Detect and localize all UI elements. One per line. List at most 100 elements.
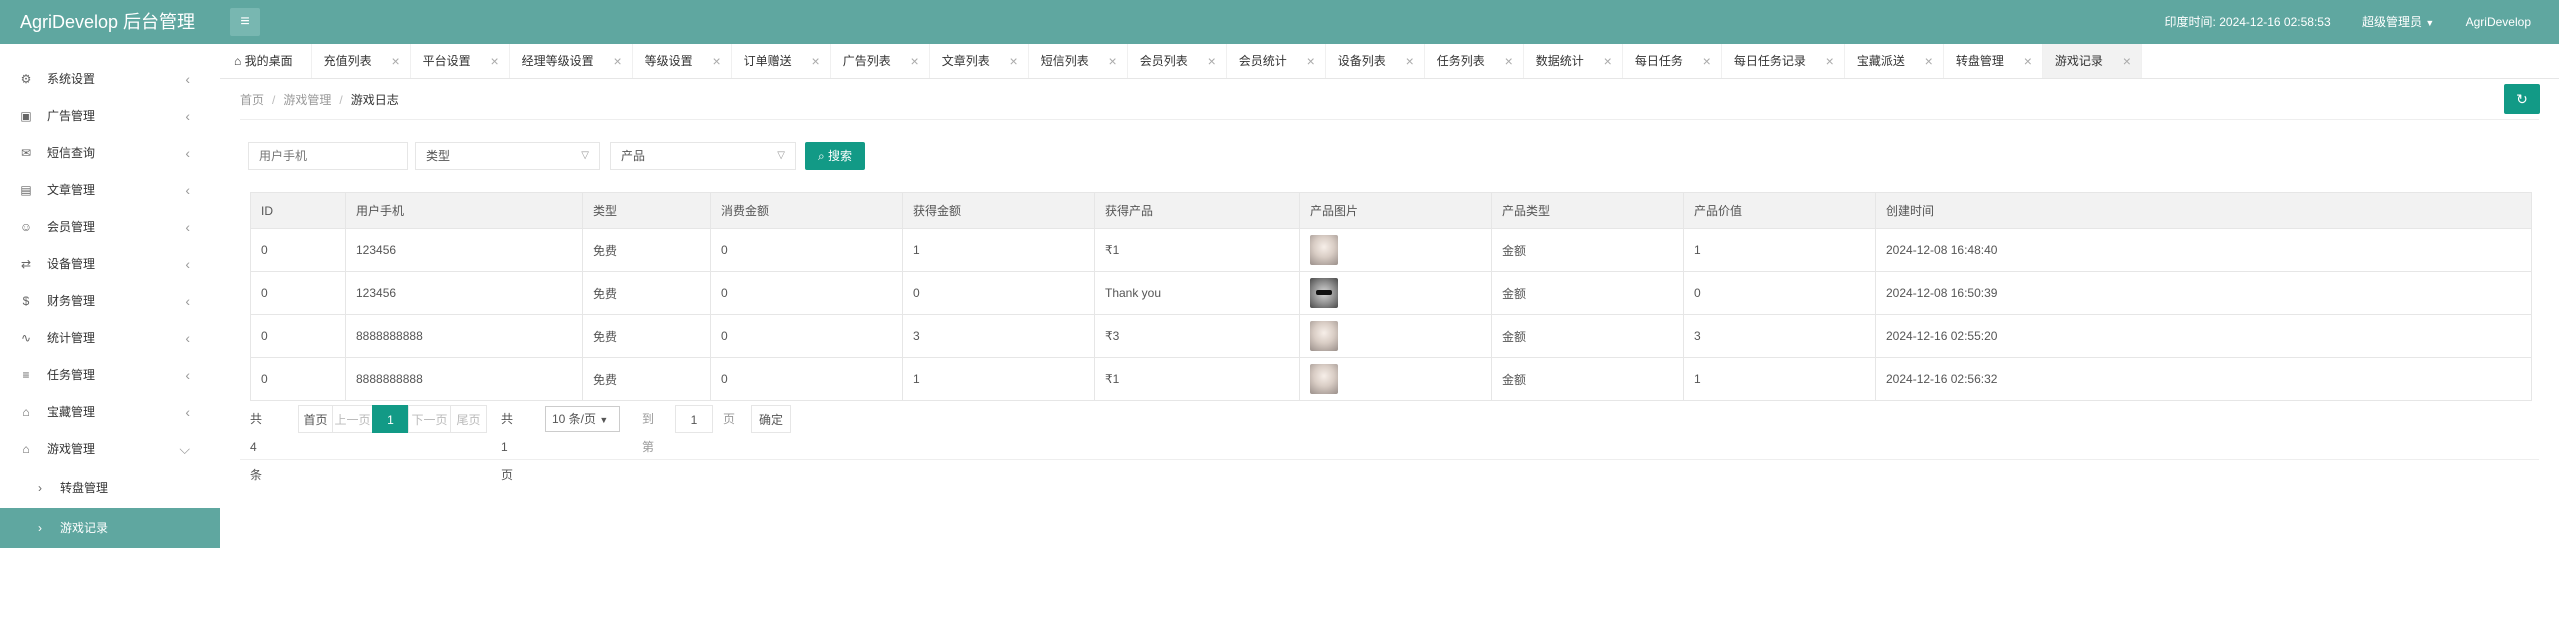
sidebar-item-2[interactable]: ✉ 短信查询 ‹ [0, 135, 220, 172]
type-select[interactable]: 类型 ▽ [415, 142, 600, 170]
close-icon[interactable]: × [911, 44, 919, 78]
sidebar-item-7[interactable]: ∿ 统计管理 ‹ [0, 320, 220, 357]
phone-search-input[interactable]: 用户手机 [248, 142, 408, 170]
tab-6[interactable]: 文章列表 × [930, 44, 1029, 78]
tab-15[interactable]: 宝藏派送 × [1845, 44, 1944, 78]
sidebar-item-1[interactable]: ▣ 广告管理 ‹ [0, 98, 220, 135]
prev-page-button[interactable]: 上一页 [332, 405, 373, 433]
goto-page-input[interactable]: 1 [675, 405, 713, 433]
close-icon[interactable]: × [1010, 44, 1018, 78]
tab-home[interactable]: ⌂ 我的桌面 [220, 44, 312, 78]
close-icon[interactable]: × [391, 44, 399, 78]
close-icon[interactable]: × [2123, 44, 2131, 78]
column-header: 类型 [582, 192, 711, 229]
goto-label: 到第 [642, 412, 655, 454]
sidebar-subitem-0[interactable]: › 转盘管理 [0, 468, 220, 508]
cell-type: 免费 [582, 228, 711, 272]
chevron-left-icon: ‹ [185, 71, 190, 87]
hamburger-icon[interactable]: ≡ [230, 8, 260, 36]
next-page-button[interactable]: 下一页 [408, 405, 451, 433]
breadcrumb-home[interactable]: 首页 [240, 93, 264, 107]
tab-12[interactable]: 数据统计 × [1524, 44, 1623, 78]
tab-2[interactable]: 经理等级设置 × [510, 44, 633, 78]
sidebar-item-3[interactable]: ▤ 文章管理 ‹ [0, 172, 220, 209]
cell-phone-link[interactable]: 123456 [345, 228, 583, 272]
tab-7[interactable]: 短信列表 × [1029, 44, 1128, 78]
tab-5[interactable]: 广告列表 × [831, 44, 930, 78]
tab-8[interactable]: 会员列表 × [1128, 44, 1227, 78]
tab-home-label: 我的桌面 [244, 54, 293, 68]
cell-phone-link[interactable]: 123456 [345, 271, 583, 315]
sidebar-item-5[interactable]: ⇄ 设备管理 ‹ [0, 246, 220, 283]
role-dropdown[interactable]: 超级管理员 ▼ [2362, 0, 2434, 45]
table-header-row: ID 用户手机 类型 消费金额 获得金额 获得产品 产品图片 产品类型 产品价值 创建时间 [250, 192, 2532, 229]
close-icon[interactable]: × [1703, 44, 1711, 78]
tab-4[interactable]: 订单赠送 × [732, 44, 831, 78]
close-icon[interactable]: × [1925, 44, 1933, 78]
tab-11[interactable]: 任务列表 × [1425, 44, 1524, 78]
product-thumbnail[interactable] [1310, 235, 1338, 265]
cell-phone-link[interactable]: 8888888888 [345, 357, 583, 401]
product-thumbnail[interactable] [1310, 321, 1338, 351]
sidebar-item-8[interactable]: ≡ 任务管理 ‹ [0, 357, 220, 394]
cell-phone-link[interactable]: 8888888888 [345, 314, 583, 358]
sidebar-item-label: 任务管理 [47, 368, 96, 382]
product-select[interactable]: 产品 ▽ [610, 142, 796, 170]
per-page-select[interactable]: 10 条/页 ▼ [545, 406, 620, 432]
breadcrumb: 首页 / 游戏管理 / 游戏日志 [240, 93, 399, 107]
cell-created: 2024-12-08 16:48:40 [1875, 228, 2532, 272]
tab-16[interactable]: 转盘管理 × [1944, 44, 2043, 78]
user-name[interactable]: AgriDevelop [2466, 0, 2531, 44]
type-select-label: 类型 [426, 149, 451, 163]
close-icon[interactable]: × [1208, 44, 1216, 78]
sidebar-item-9[interactable]: ⌂ 宝藏管理 ‹ [0, 394, 220, 431]
tab-label: 经理等级设置 [521, 54, 594, 68]
product-thumbnail[interactable] [1310, 278, 1338, 308]
sidebar-item-4[interactable]: ☺ 会员管理 ‹ [0, 209, 220, 246]
sidebar-item-10[interactable]: ⌂ 游戏管理 ⌵ [0, 431, 220, 468]
close-icon[interactable]: × [812, 44, 820, 78]
tab-1[interactable]: 平台设置 × [411, 44, 510, 78]
column-header: 消费金额 [710, 192, 903, 229]
sidebar-item-6[interactable]: $ 财务管理 ‹ [0, 283, 220, 320]
close-icon[interactable]: × [1826, 44, 1834, 78]
cell-cost: 0 [710, 314, 903, 358]
search-button[interactable]: ⌕ 搜索 [805, 142, 865, 170]
close-icon[interactable]: × [613, 44, 621, 78]
header-right: 印度时间: 2024-12-16 02:58:53 超级管理员 ▼ AgriDe… [2165, 0, 2559, 44]
last-page-button[interactable]: 尾页 [450, 405, 487, 433]
menu-icon: ⌂ [22, 442, 30, 456]
tab-label: 平台设置 [422, 54, 471, 68]
close-icon[interactable]: × [1505, 44, 1513, 78]
first-page-button[interactable]: 首页 [298, 405, 333, 433]
home-icon: ⌂ [234, 54, 242, 68]
close-icon[interactable]: × [1307, 44, 1315, 78]
tab-label: 转盘管理 [1955, 54, 2004, 68]
menu-icon: ∿ [20, 331, 32, 345]
close-icon[interactable]: × [2024, 44, 2032, 78]
tab-13[interactable]: 每日任务 × [1623, 44, 1722, 78]
current-page-button[interactable]: 1 [372, 405, 409, 433]
tab-3[interactable]: 等级设置 × [633, 44, 732, 78]
table-row: 0 8888888888 免费 0 3 ₹3 金额 3 2024-12-16 02:55:20 [250, 314, 2532, 358]
tab-10[interactable]: 设备列表 × [1326, 44, 1425, 78]
tab-0[interactable]: 充值列表 × [312, 44, 411, 78]
goto-confirm-button[interactable]: 确定 [751, 405, 791, 433]
sidebar-subitem-1[interactable]: › 游戏记录 [0, 508, 220, 548]
tab-17[interactable]: 游戏记录 × [2042, 44, 2142, 78]
close-icon[interactable]: × [1604, 44, 1612, 78]
close-icon[interactable]: × [1406, 44, 1414, 78]
sidebar-item-label: 游戏管理 [47, 442, 96, 456]
close-icon[interactable]: × [1109, 44, 1117, 78]
product-thumbnail[interactable] [1310, 364, 1338, 394]
tab-label: 会员列表 [1139, 54, 1188, 68]
cell-gain: 1 [902, 357, 1095, 401]
refresh-button[interactable]: ↻ [2504, 84, 2540, 114]
breadcrumb-parent[interactable]: 游戏管理 [283, 93, 331, 107]
tab-9[interactable]: 会员统计 × [1227, 44, 1326, 78]
close-icon[interactable]: × [490, 44, 498, 78]
tab-14[interactable]: 每日任务记录 × [1722, 44, 1845, 78]
cell-created: 2024-12-16 02:55:20 [1875, 314, 2532, 358]
close-icon[interactable]: × [712, 44, 720, 78]
sidebar-item-0[interactable]: ⚙ 系统设置 ‹ [0, 61, 220, 98]
